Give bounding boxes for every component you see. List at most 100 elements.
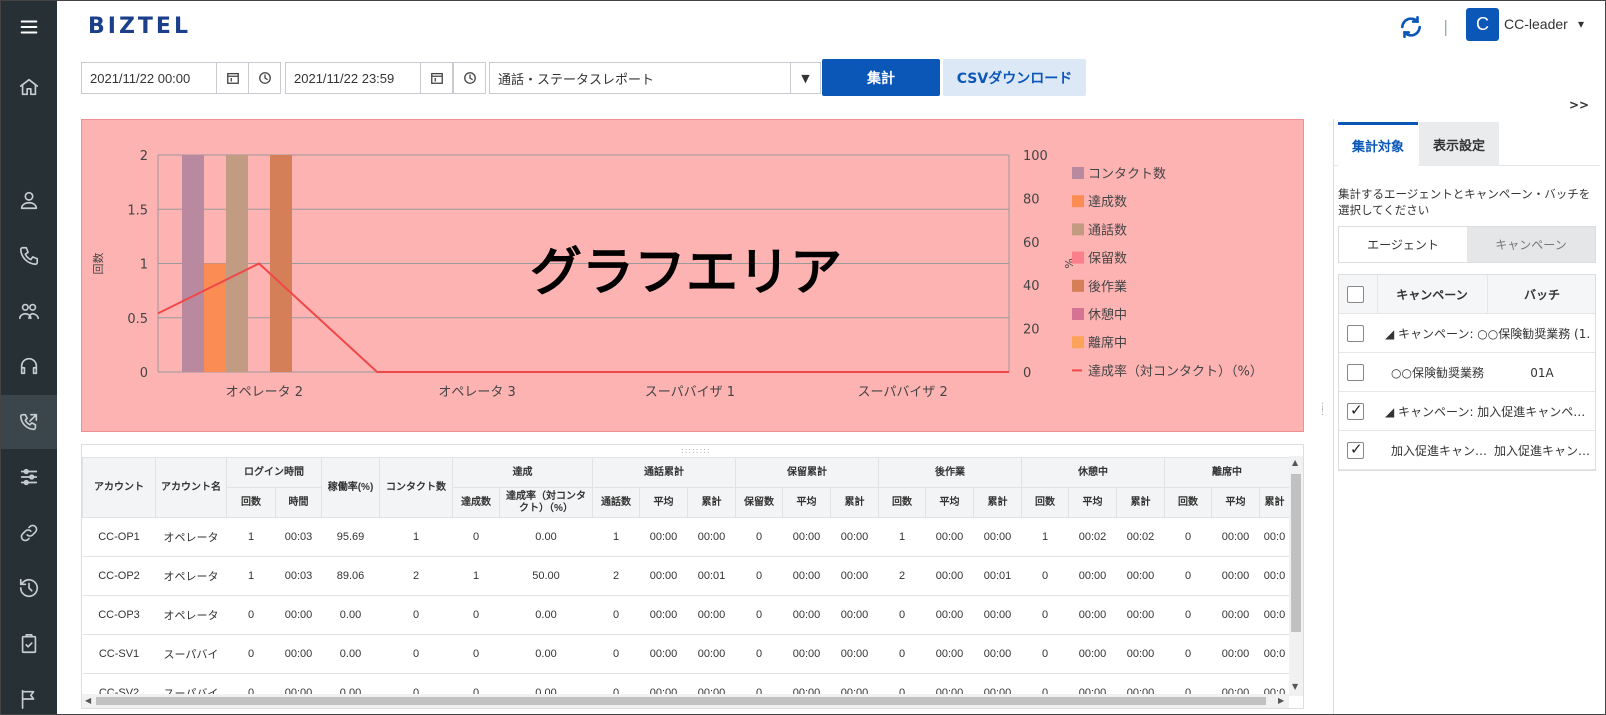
tab-display-settings[interactable]: 表示設定 bbox=[1419, 122, 1499, 166]
table-cell: 0 bbox=[1164, 634, 1212, 674]
clock-icon[interactable] bbox=[248, 62, 281, 94]
col-hold-avg[interactable]: 平均 bbox=[782, 487, 831, 518]
col-after-sum[interactable]: 累計 bbox=[973, 487, 1022, 518]
scroll-down-icon[interactable]: ▼ bbox=[1292, 682, 1298, 691]
bar bbox=[226, 155, 248, 372]
legend-label: 達成率（対コンタクト）（%） bbox=[1088, 363, 1263, 379]
table-vertical-scrollbar[interactable]: ▲ ▼ bbox=[1289, 456, 1303, 696]
batch-name: 01A bbox=[1530, 365, 1554, 380]
select-all-checkbox[interactable] bbox=[1347, 286, 1364, 303]
col-campaign[interactable]: キャンペーン bbox=[1377, 275, 1487, 314]
start-datetime-input[interactable]: 2021/11/22 00:00 bbox=[81, 62, 217, 94]
segment-campaign[interactable]: キャンペーン bbox=[1467, 227, 1595, 262]
scroll-left-icon[interactable]: ◀ bbox=[85, 696, 91, 705]
refresh-icon[interactable] bbox=[1398, 14, 1424, 40]
table-cell: 1 bbox=[592, 517, 640, 557]
end-datetime-input[interactable]: 2021/11/22 23:59 bbox=[285, 62, 421, 94]
col-away-sum[interactable]: 累計 bbox=[1259, 487, 1290, 518]
campaign-row[interactable]: ○○保険勧奨業務 01A bbox=[1339, 353, 1595, 392]
user-icon[interactable] bbox=[0, 173, 57, 227]
table-row[interactable]: CC-OP1 オペレータ 1 00:03 95.69 1 0 0.00 1 00:00 00:00 0… bbox=[82, 517, 1290, 557]
col-break-sum[interactable]: 累計 bbox=[1116, 487, 1165, 518]
col-batch[interactable]: バッチ bbox=[1487, 275, 1597, 314]
col-after-count[interactable]: 回数 bbox=[878, 487, 926, 518]
group-icon[interactable] bbox=[0, 284, 57, 338]
chevron-down-icon[interactable]: ▾ bbox=[1578, 17, 1584, 31]
table-row[interactable]: CC-OP3 オペレータ 0 00:00 0.00 0 0 0.00 0 00:00 00:00 0 0… bbox=[82, 595, 1290, 635]
user-name[interactable]: CC-leader bbox=[1504, 16, 1568, 32]
table-cell: CC-OP3 bbox=[82, 595, 156, 635]
col-login-duration[interactable]: 時間 bbox=[275, 487, 322, 518]
sliders-icon[interactable] bbox=[0, 450, 57, 504]
calendar-icon[interactable] bbox=[420, 62, 453, 94]
campaign-row[interactable]: ◢ キャンペーン: ○○保険勧奨業務 (1… bbox=[1339, 314, 1595, 353]
col-away-avg[interactable]: 平均 bbox=[1211, 487, 1260, 518]
scrollbar-thumb[interactable] bbox=[96, 697, 1266, 705]
campaign-table: キャンペーン バッチ ◢ キャンペーン: ○○保険勧奨業務 (1… ○○保険勧奨業… bbox=[1338, 274, 1596, 471]
col-break-avg[interactable]: 平均 bbox=[1068, 487, 1117, 518]
collapse-panel-button[interactable]: >> bbox=[1569, 98, 1589, 112]
flag-icon[interactable] bbox=[0, 672, 57, 715]
col-away-count[interactable]: 回数 bbox=[1164, 487, 1212, 518]
col-away: 離席中 bbox=[1164, 457, 1290, 488]
table-cell: 00:00 bbox=[782, 556, 831, 596]
csv-download-button[interactable]: CSVダウンロード bbox=[943, 59, 1086, 96]
menu-icon[interactable] bbox=[0, 0, 57, 54]
table-cell: 00:02 bbox=[1068, 517, 1117, 557]
panel-resize-grip[interactable]: ⋮ ⋮ bbox=[1318, 403, 1327, 417]
table-cell: 0.00 bbox=[321, 634, 380, 674]
col-login-count[interactable]: 回数 bbox=[226, 487, 276, 518]
table-cell: 00:00 bbox=[275, 634, 322, 674]
col-break-count[interactable]: 回数 bbox=[1021, 487, 1069, 518]
phone-icon[interactable] bbox=[0, 229, 57, 283]
calendar-icon[interactable] bbox=[216, 62, 249, 94]
report-table-wrapper: アカウント アカウント名 ログイン時間 稼働率(%) コンタクト数 達成 通話累… bbox=[81, 444, 1304, 709]
col-achieved[interactable]: 達成数 bbox=[452, 487, 500, 518]
history-icon[interactable] bbox=[0, 561, 57, 615]
row-checkbox[interactable] bbox=[1347, 401, 1364, 420]
table-row[interactable]: CC-SV1 スーパバイ 0 00:00 0.00 0 0 0.00 0 00:00 00:00 0 0… bbox=[82, 634, 1290, 674]
col-call-sum[interactable]: 累計 bbox=[687, 487, 736, 518]
col-holds[interactable]: 保留数 bbox=[735, 487, 783, 518]
table-cell: 0 bbox=[1021, 556, 1069, 596]
row-checkbox[interactable] bbox=[1347, 325, 1364, 342]
col-account-name[interactable]: アカウント名 bbox=[155, 457, 227, 518]
row-checkbox[interactable] bbox=[1347, 364, 1364, 381]
col-contacts[interactable]: コンタクト数 bbox=[379, 457, 453, 518]
campaign-name: ○○保険勧奨業務 bbox=[1391, 366, 1484, 380]
x-tick-label: オペレータ 3 bbox=[438, 385, 515, 400]
tab-aggregate-target[interactable]: 集計対象 bbox=[1338, 122, 1418, 166]
y-tick-label: 0.5 bbox=[127, 312, 148, 327]
col-achieve-rate[interactable]: 達成率（対コンタクト）（%） bbox=[499, 487, 593, 518]
aggregate-button[interactable]: 集計 bbox=[822, 59, 940, 96]
col-calls[interactable]: 通話数 bbox=[592, 487, 640, 518]
clock-icon[interactable] bbox=[453, 62, 486, 94]
segment-agent[interactable]: エージェント bbox=[1339, 227, 1467, 262]
scrollbar-thumb[interactable] bbox=[1291, 474, 1301, 632]
table-horizontal-scrollbar[interactable]: ◀ ▶ bbox=[82, 694, 1289, 708]
table-cell: CC-OP2 bbox=[82, 556, 156, 596]
table-row[interactable]: CC-OP2 オペレータ 1 00:03 89.06 2 1 50.00 2 00:00 00:01… bbox=[82, 556, 1290, 596]
table-cell: 0 bbox=[452, 517, 500, 557]
resize-handle[interactable]: :::::::: bbox=[681, 446, 711, 455]
scroll-right-icon[interactable]: ▶ bbox=[1278, 696, 1284, 705]
clipboard-icon[interactable] bbox=[0, 617, 57, 671]
campaign-row[interactable]: 加入促進キャン… 加入促進キャン… bbox=[1339, 431, 1595, 470]
col-after-avg[interactable]: 平均 bbox=[925, 487, 974, 518]
scroll-up-icon[interactable]: ▲ bbox=[1292, 458, 1298, 467]
col-hold-sum[interactable]: 累計 bbox=[830, 487, 879, 518]
col-account[interactable]: アカウント bbox=[82, 457, 156, 518]
row-checkbox[interactable] bbox=[1347, 440, 1364, 459]
dropdown-caret-icon[interactable]: ▼ bbox=[790, 62, 821, 94]
home-icon[interactable] bbox=[0, 60, 57, 114]
y2-tick-label: 80 bbox=[1023, 192, 1040, 207]
phone-report-icon[interactable] bbox=[0, 395, 57, 449]
avatar[interactable]: C bbox=[1466, 8, 1499, 41]
legend-swatch bbox=[1072, 195, 1084, 208]
campaign-row[interactable]: ◢ キャンペーン: 加入促進キャンペ… bbox=[1339, 392, 1595, 431]
link-icon[interactable] bbox=[0, 506, 57, 560]
headset-icon[interactable] bbox=[0, 339, 57, 393]
col-call-avg[interactable]: 平均 bbox=[639, 487, 688, 518]
report-type-select[interactable]: 通話・ステータスレポート bbox=[489, 62, 791, 94]
col-utilization[interactable]: 稼働率(%) bbox=[321, 457, 380, 518]
